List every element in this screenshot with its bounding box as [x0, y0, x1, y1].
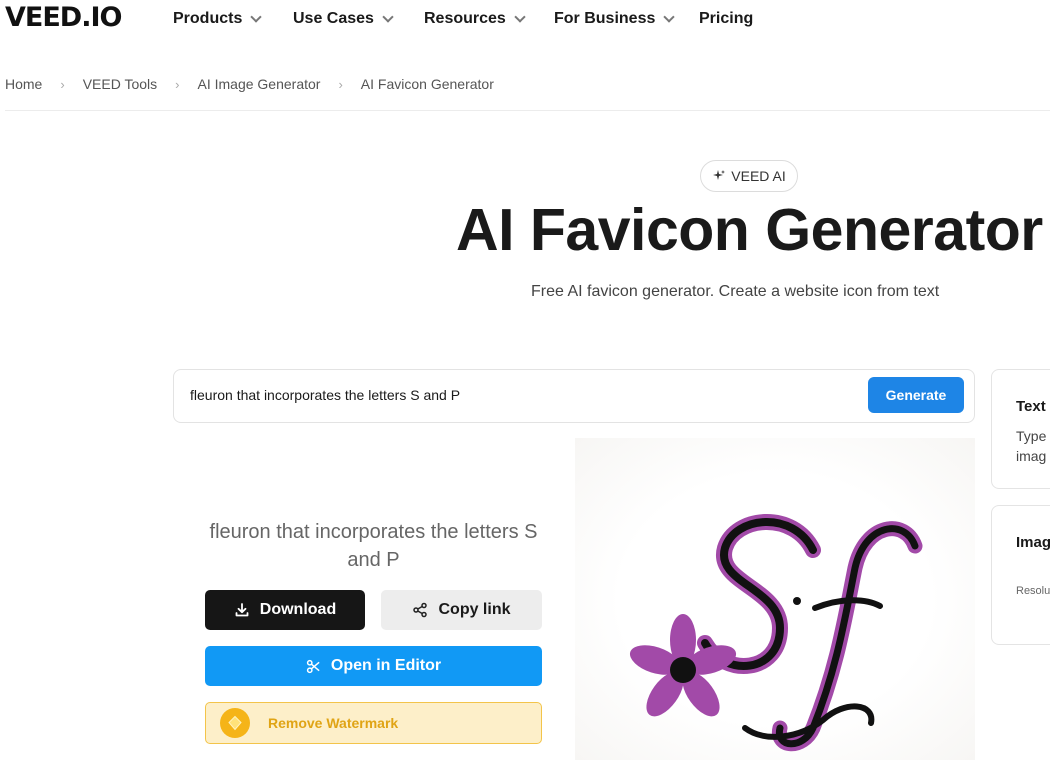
text-card-title: Text [1016, 398, 1046, 415]
share-icon [412, 602, 428, 618]
breadcrumb-divider [5, 110, 1050, 111]
copy-link-label: Copy link [438, 601, 511, 618]
text-card-desc-line2: imag [1016, 448, 1047, 464]
download-icon [234, 602, 250, 618]
copy-link-button[interactable]: Copy link [381, 590, 542, 630]
veed-ai-badge: VEED AI [700, 160, 798, 192]
nav-resources[interactable]: Resources [424, 10, 526, 28]
chevron-right-icon: › [60, 76, 65, 92]
resolution-label: Resolu [1016, 585, 1050, 597]
breadcrumb-veed-tools[interactable]: VEED Tools [83, 76, 157, 92]
chevron-down-icon [514, 11, 526, 23]
page-title: AI Favicon Generator [456, 197, 1043, 263]
nav-pricing[interactable]: Pricing [699, 10, 753, 28]
image-card-title: Imag [1016, 534, 1050, 551]
text-card-desc-line1: Type [1016, 428, 1047, 444]
remove-watermark-button[interactable]: Remove Watermark [205, 702, 542, 744]
prompt-box: Generate [173, 369, 975, 423]
top-nav: VEED.IO Products Use Cases Resources For… [0, 0, 1050, 40]
breadcrumb-ai-image-generator[interactable]: AI Image Generator [198, 76, 321, 92]
open-in-editor-button[interactable]: Open in Editor [205, 646, 542, 686]
chevron-right-icon: › [175, 76, 180, 92]
download-button[interactable]: Download [205, 590, 365, 630]
text-options-card: Text Type imag [991, 369, 1050, 489]
breadcrumb-current: AI Favicon Generator [360, 76, 494, 92]
prompt-input[interactable] [190, 387, 850, 403]
fleuron-sp-artwork [629, 514, 923, 752]
nav-products-label: Products [173, 10, 243, 27]
remove-watermark-label: Remove Watermark [268, 715, 399, 731]
scissors-icon [306, 659, 321, 674]
chevron-down-icon [382, 11, 394, 23]
page-subtitle: Free AI favicon generator. Create a webs… [531, 283, 940, 300]
chevron-down-icon [663, 11, 676, 23]
generated-image [575, 438, 975, 760]
chevron-down-icon [250, 11, 263, 23]
nav-for-business[interactable]: For Business [554, 10, 676, 28]
image-options-card: Imag Resolu [991, 505, 1050, 645]
generate-button[interactable]: Generate [868, 377, 964, 413]
nav-for-business-label: For Business [554, 10, 656, 27]
sparkle-icon [712, 169, 726, 183]
result-prompt-text: fleuron that incorporates the letters S … [209, 521, 538, 571]
breadcrumb-home[interactable]: Home [5, 76, 42, 92]
nav-use-cases[interactable]: Use Cases [293, 10, 394, 28]
download-label: Download [259, 601, 337, 618]
badge-label: VEED AI [731, 168, 786, 184]
veed-logo[interactable]: VEED.IO [5, 2, 122, 33]
nav-resources-label: Resources [424, 10, 506, 27]
nav-use-cases-label: Use Cases [293, 10, 374, 27]
nav-pricing-label: Pricing [699, 10, 754, 27]
chevron-right-icon: › [338, 76, 343, 92]
diamond-icon [220, 708, 250, 738]
breadcrumb: Home › VEED Tools › AI Image Generator ›… [5, 76, 494, 92]
open-in-editor-label: Open in Editor [330, 657, 442, 674]
nav-products[interactable]: Products [173, 10, 263, 28]
